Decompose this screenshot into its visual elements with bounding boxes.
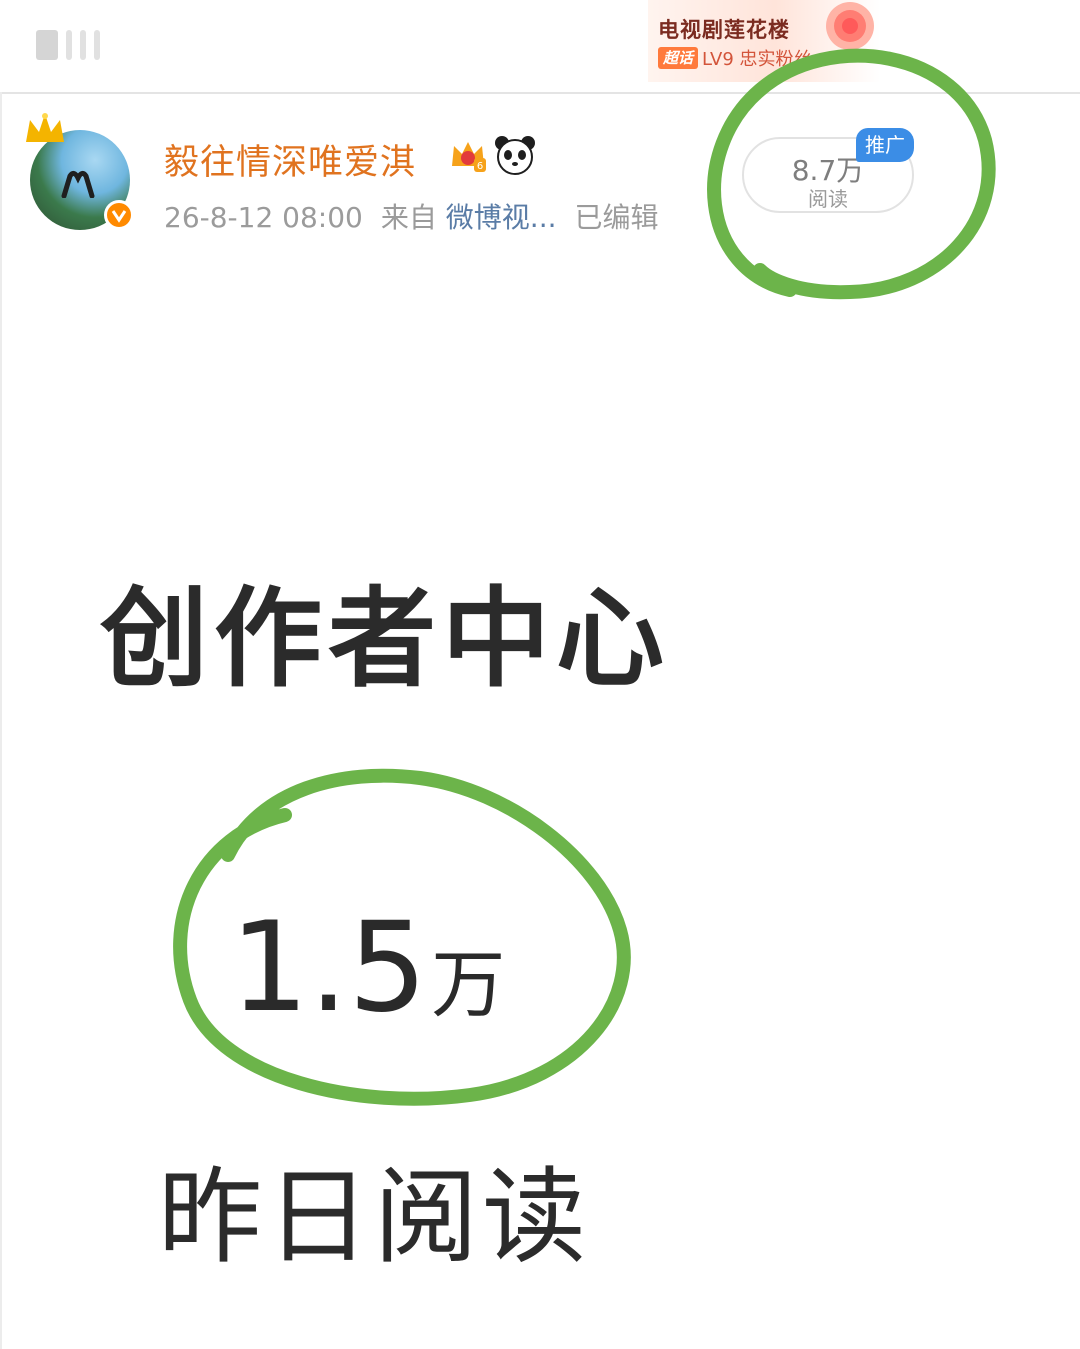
heart-hands-icon — [61, 170, 95, 198]
fan-level: LV9 忠实粉丝 — [702, 49, 812, 70]
supertopic-title: 电视剧莲花楼 — [658, 18, 790, 42]
user-avatar-group[interactable] — [22, 112, 134, 234]
post-source-link[interactable]: 微博视... — [446, 201, 557, 234]
vip-crown-icon: 6 — [452, 142, 486, 172]
flower-icon — [819, 2, 876, 63]
edited-label: 已编辑 — [574, 201, 659, 234]
crown-icon — [26, 113, 64, 142]
yesterday-reads-value: 1.5万 — [230, 906, 505, 1030]
panda-icon — [495, 136, 535, 175]
read-count-label: 阅读 — [808, 187, 848, 211]
supertopic-badge: 超话 — [658, 47, 699, 69]
svg-text:6: 6 — [477, 161, 483, 172]
post-meta: 26-8-12 08:00 来自 微博视... 已编辑 — [164, 196, 659, 236]
yesterday-reads-number: 1.5 — [230, 896, 428, 1040]
yesterday-reads-label: 昨日阅读 — [158, 1156, 591, 1278]
post-timestamp: 26-8-12 08:00 — [164, 201, 363, 234]
blurred-nav-tabs[interactable] — [36, 30, 100, 60]
username[interactable]: 毅往情深唯爱淇 — [164, 134, 416, 185]
supertopic-card[interactable]: 电视剧莲花楼 超话 LV9 忠实粉丝 — [648, 0, 880, 82]
promote-badge[interactable]: 推广 — [856, 128, 914, 162]
verified-badge-icon — [104, 200, 134, 230]
top-bar: 电视剧莲花楼 超话 LV9 忠实粉丝 — [0, 0, 1080, 94]
yesterday-reads-unit: 万 — [431, 942, 506, 1028]
creator-center-title: 创作者中心 — [100, 577, 671, 702]
panel-edge — [0, 92, 2, 1349]
screenshot-collage: 电视剧莲花楼 超话 LV9 忠实粉丝 毅往情深唯爱淇 6 26-8-12 08:… — [0, 0, 1080, 1349]
source-prefix: 来自 — [380, 201, 437, 234]
